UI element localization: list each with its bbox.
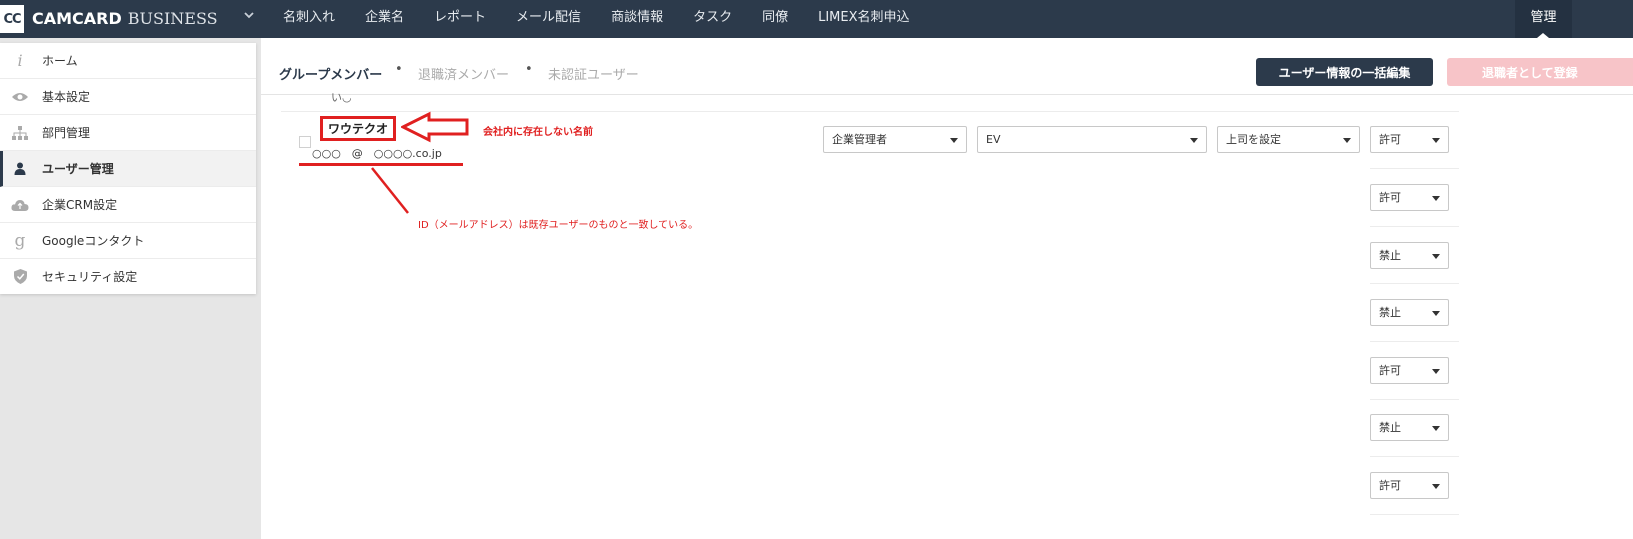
row-checkbox[interactable] — [299, 136, 311, 148]
sidebar-item-departments[interactable]: 部門管理 — [0, 115, 256, 151]
caret-down-icon — [1432, 138, 1440, 143]
sidebar: i ホーム 基本設定 部門管理 ユーザー管理 企業CRM設定 g Googleコ… — [0, 43, 256, 294]
tab-retired-members[interactable]: 退職済メンバー — [418, 64, 509, 83]
permission-select[interactable]: 許可 — [1370, 126, 1449, 153]
department-select-value: EV — [986, 133, 1001, 146]
nav-tasks[interactable]: タスク — [693, 0, 732, 38]
row-divider — [1370, 514, 1459, 515]
nav-limex[interactable]: LIMEX名刺申込 — [818, 0, 909, 38]
permission-select[interactable]: 禁止 — [1370, 299, 1449, 326]
sidebar-item-user-management[interactable]: ユーザー管理 — [0, 151, 256, 187]
eye-icon — [10, 91, 30, 103]
tab-group-members[interactable]: グループメンバー — [279, 64, 382, 83]
permission-value: 許可 — [1379, 191, 1401, 204]
role-select-value: 企業管理者 — [832, 133, 887, 146]
row-divider — [1370, 283, 1459, 284]
caret-down-icon — [1432, 484, 1440, 489]
brand-name-light: BUSINESS — [127, 9, 218, 28]
sidebar-item-label: 基本設定 — [42, 90, 91, 104]
nav-business-cards[interactable]: 名刺入れ — [283, 0, 335, 38]
department-select[interactable]: EV — [977, 126, 1207, 153]
caret-down-icon — [1432, 254, 1440, 259]
sidebar-item-label: Googleコンタクト — [42, 234, 145, 248]
sidebar-item-home[interactable]: i ホーム — [0, 43, 256, 79]
tab-separator: • — [395, 62, 403, 77]
permission-select[interactable]: 許可 — [1370, 472, 1449, 499]
chevron-down-icon[interactable] — [243, 9, 255, 25]
brand-name-bold: CAMCARD — [32, 9, 122, 28]
row-divider — [1370, 341, 1459, 342]
sidebar-item-security[interactable]: セキュリティ設定 — [0, 259, 256, 294]
register-retired-button[interactable]: 退職者として登録 — [1447, 58, 1633, 86]
user-name: ワウテクオ — [320, 116, 397, 141]
google-icon: g — [14, 230, 26, 251]
manager-select[interactable]: 上司を設定 — [1217, 126, 1360, 153]
shield-icon — [10, 269, 30, 284]
cloud-icon — [10, 199, 30, 211]
role-select[interactable]: 企業管理者 — [823, 126, 967, 153]
sidebar-item-label: 部門管理 — [42, 126, 91, 140]
permission-value: 禁止 — [1379, 306, 1401, 319]
clipped-row-text: い◡ — [331, 91, 352, 104]
nav-colleagues[interactable]: 同僚 — [762, 0, 788, 38]
sidebar-item-label: ホーム — [42, 54, 78, 68]
permission-value: 許可 — [1379, 364, 1401, 377]
annotation-id-note: ID（メールアドレス）は既存ユーザーのものと一致している。 — [418, 220, 699, 231]
sidebar-item-crm[interactable]: 企業CRM設定 — [0, 187, 256, 223]
nav-email[interactable]: メール配信 — [516, 0, 581, 38]
tab-unverified-users[interactable]: 未認証ユーザー — [548, 64, 639, 83]
org-chart-icon — [10, 125, 30, 140]
camcard-logo[interactable]: CC — [0, 5, 24, 33]
nav-admin[interactable]: 管理 — [1515, 0, 1572, 38]
caret-down-icon — [1432, 311, 1440, 316]
row-divider — [1370, 399, 1459, 400]
row-divider — [1370, 168, 1459, 169]
caret-down-icon — [1190, 138, 1198, 143]
permission-value: 禁止 — [1379, 249, 1401, 262]
permission-value: 禁止 — [1379, 421, 1401, 434]
main-content: グループメンバー • 退職済メンバー • 未認証ユーザー ユーザー情報の一括編集… — [261, 38, 1633, 539]
annotation-line-icon — [371, 167, 409, 214]
row-divider — [1370, 456, 1459, 457]
nav-reports[interactable]: レポート — [434, 0, 486, 38]
caret-down-icon — [1432, 196, 1440, 201]
nav-deals[interactable]: 商談情報 — [611, 0, 663, 38]
permission-select[interactable]: 許可 — [1370, 184, 1449, 211]
user-email: ○○○ @ ○○○○.co.jp — [312, 147, 442, 160]
caret-down-icon — [950, 138, 958, 143]
main-nav: 名刺入れ 企業名 レポート メール配信 商談情報 タスク 同僚 LIMEX名刺申… — [283, 0, 940, 38]
annotation-name-note: 会社内に存在しない名前 — [483, 127, 593, 138]
row-divider — [1370, 226, 1459, 227]
caret-down-icon — [1432, 426, 1440, 431]
nav-companies[interactable]: 企業名 — [365, 0, 404, 38]
sidebar-item-label: 企業CRM設定 — [42, 198, 118, 212]
sidebar-item-label: セキュリティ設定 — [42, 270, 138, 284]
brand-name[interactable]: CAMCARD BUSINESS — [32, 9, 218, 28]
sidebar-item-basic-settings[interactable]: 基本設定 — [0, 79, 256, 115]
caret-down-icon — [1432, 369, 1440, 374]
annotation-arrow-icon — [401, 111, 469, 143]
caret-down-icon — [1343, 138, 1351, 143]
info-icon: i — [17, 51, 23, 70]
permission-value: 許可 — [1379, 133, 1401, 146]
sidebar-item-google[interactable]: g Googleコンタクト — [0, 223, 256, 259]
tab-separator: • — [525, 62, 533, 77]
manager-select-value: 上司を設定 — [1226, 133, 1281, 146]
permission-value: 許可 — [1379, 479, 1401, 492]
bulk-edit-button[interactable]: ユーザー情報の一括編集 — [1256, 58, 1433, 86]
sidebar-item-label: ユーザー管理 — [42, 162, 114, 176]
permission-select[interactable]: 禁止 — [1370, 414, 1449, 441]
permission-select[interactable]: 許可 — [1370, 357, 1449, 384]
permission-select[interactable]: 禁止 — [1370, 242, 1449, 269]
user-icon — [10, 162, 30, 175]
member-tabs: グループメンバー • 退職済メンバー • 未認証ユーザー ユーザー情報の一括編集… — [261, 44, 1633, 95]
top-navbar: CC CAMCARD BUSINESS 名刺入れ 企業名 レポート メール配信 商… — [0, 0, 1633, 38]
